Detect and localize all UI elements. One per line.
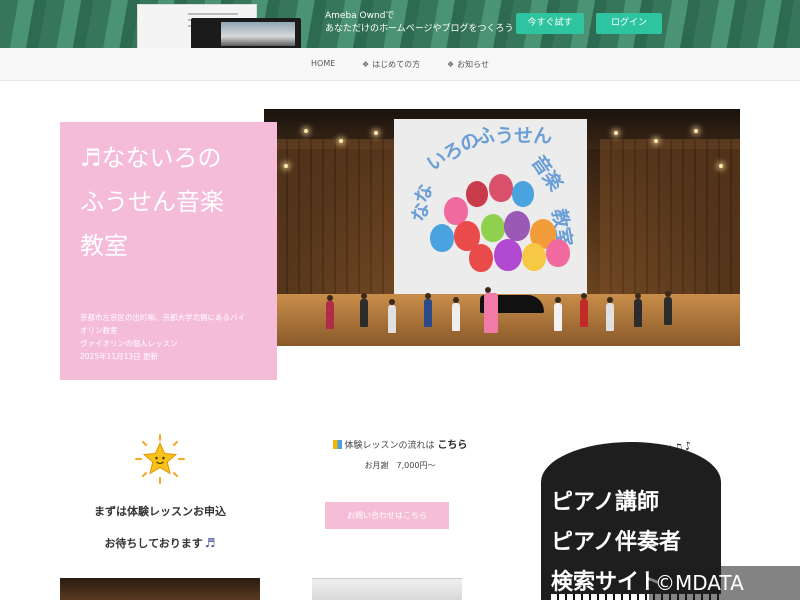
trial-flow-line: 体験レッスンの流れは こちら [300,436,500,451]
site-title-line1: ♬なないろの [80,144,222,172]
trial-flow-text: 体験レッスンの流れは [344,441,435,451]
updated-date: 2025年11月13日 更新 [80,352,159,361]
nav-item-first-time[interactable]: ❖ はじめての方 [362,59,420,70]
star-icon [135,434,185,484]
diamond-icon: ❖ [362,60,370,69]
site-title-line3: 教室 [80,232,128,260]
promo-line2: あなただけのホームページやブログをつくろう [325,24,514,34]
monthly-fee: お月謝 7,000円〜 [364,461,436,470]
main-nav: HOME ❖ はじめての方 ❖ お知らせ [0,48,800,81]
nav-item-label: はじめての方 [372,60,421,69]
banner-line2: ピアノ伴奏者 [551,530,682,555]
nav-item-home[interactable]: HOME [311,59,335,68]
page: Ameba Owndで あなただけのホームページやブログをつくろう 今すぐ試す … [0,0,800,600]
diamond-icon: ❖ [447,60,455,69]
hero-concert-photo: なな いろの ふうせん 音楽 教室 [264,109,740,346]
trial-lesson-heading: まずは体験レッスンお申込 [94,505,226,518]
nav-item-label: HOME [311,59,336,68]
balloon-sign: なな いろの ふうせん 音楽 教室 [394,119,587,294]
ameba-promo-banner: Ameba Owndで あなただけのホームページやブログをつくろう 今すぐ試す … [0,0,800,48]
description-line: オリン教室 [80,326,118,335]
room-photo-thumbnail[interactable] [312,578,462,600]
waiting-message: お待ちしております ♬ [60,535,260,551]
site-title[interactable]: ♬なないろの ふうせん音楽 教室 [80,136,270,268]
nav-item-news[interactable]: ❖ お知らせ [447,59,489,70]
banner-line1: ピアノ講師 [551,490,660,515]
site-description: 京都市左京区の出町柳、京都大学北側にあるバイ オリン教室 ヴァイオリンの個人レッ… [80,311,270,363]
description-line: 京都市左京区の出町柳、京都大学北側にあるバイ [80,313,245,322]
trial-flow-link[interactable]: こちら [437,440,467,451]
site-title-line2: ふうせん音楽 [80,188,224,216]
promo-line1: Ameba Owndで [325,11,395,21]
lesson-photo-thumbnail[interactable] [60,578,260,600]
watermark: ©MDATA [649,566,800,600]
login-button[interactable]: ログイン [596,13,662,34]
promo-screenshot-dark [191,18,301,48]
waiting-text: お待ちしております [104,537,203,550]
description-line: ヴァイオリンの個人レッスン [80,339,178,348]
grid-icon [332,440,342,449]
hero-title-card: ♬なないろの ふうせん音楽 教室 京都市左京区の出町柳、京都大学北側にあるバイ … [60,122,277,380]
nav-item-label: お知らせ [457,60,490,69]
promo-text: Ameba Owndで あなただけのホームページやブログをつくろう [325,10,514,36]
contact-button[interactable]: お問い合わせはこちら [325,502,449,529]
music-note-icon: ♬ [204,536,216,550]
try-now-button[interactable]: 今すぐ試す [516,13,584,34]
